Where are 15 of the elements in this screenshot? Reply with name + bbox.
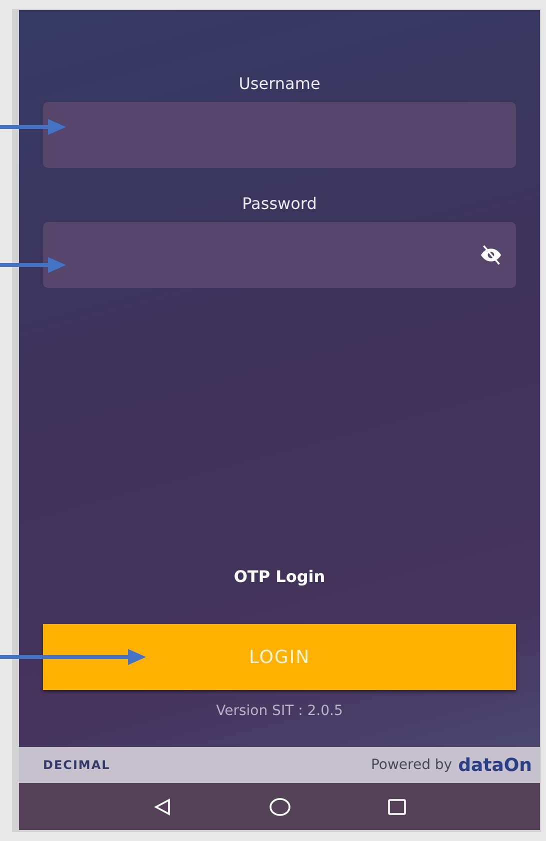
back-icon[interactable]: [152, 796, 172, 816]
version-text: Version SIT : 2.0.5: [216, 703, 343, 719]
field-label: Password: [242, 194, 317, 213]
field-label: Username: [238, 74, 320, 93]
arrow-drawing: [0, 256, 66, 274]
brand-logo: DECIMAL: [43, 758, 110, 772]
input-field[interactable]: [43, 102, 516, 168]
powered-by-text: Powered by: [370, 757, 452, 773]
home-icon[interactable]: [268, 796, 290, 816]
eye-off-icon[interactable]: [480, 244, 502, 266]
otp-login-link[interactable]: OTP Login: [234, 567, 326, 586]
brand-logo: dataOn: [458, 754, 532, 776]
recents-icon[interactable]: [386, 796, 406, 816]
arrow-drawing: [0, 118, 66, 136]
input-field[interactable]: [43, 222, 516, 288]
